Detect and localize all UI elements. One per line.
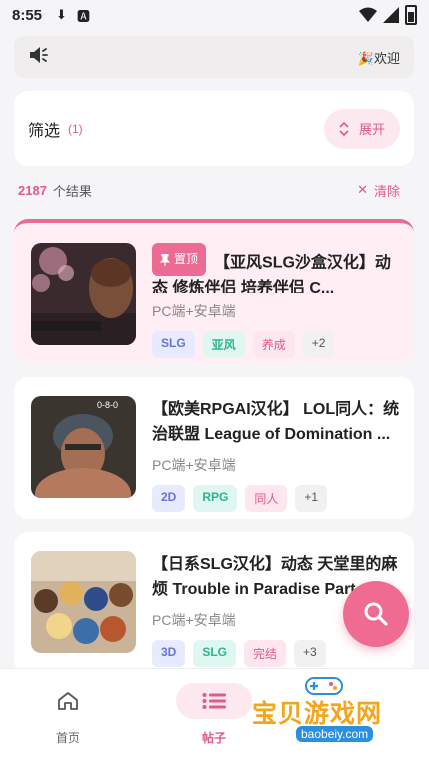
notification-app-icon: 🅰 xyxy=(76,8,90,24)
post-content: 置顶 【亚风SLG沙盒汉化】动态 修炼伴侣 培养伴侣 C... PC端+安卓端 … xyxy=(152,243,400,358)
tag[interactable]: SLG xyxy=(193,640,237,667)
post-platform: PC端+安卓端 xyxy=(152,303,236,319)
status-time: 8:55 xyxy=(12,6,43,24)
results-row: 2187 个结果 ✕ 清除 xyxy=(18,180,400,200)
notice-text: 🎉欢迎 xyxy=(357,50,400,66)
nav-icon-wrap xyxy=(30,683,106,719)
post-title: 置顶 【亚风SLG沙盒汉化】动态 修炼伴侣 培养伴侣 C... xyxy=(152,243,400,293)
list-icon xyxy=(202,693,226,709)
search-icon xyxy=(364,602,388,626)
filter-label: 筛选 xyxy=(28,122,61,140)
post-card[interactable]: 0-8-0 【欧美RPGAI汉化】 LOL同人：统治联盟 League of D… xyxy=(14,377,414,519)
watermark-title: 宝贝游戏网 xyxy=(252,699,383,728)
tag[interactable]: 完结 xyxy=(244,640,287,667)
filter-count: (1) xyxy=(68,121,83,136)
pinned-badge: 置顶 xyxy=(152,243,207,276)
battery-icon xyxy=(405,5,417,25)
wifi-icon xyxy=(359,7,377,22)
post-thumbnail xyxy=(31,243,136,345)
more-tags[interactable]: +2 xyxy=(302,331,335,358)
expand-filter-label: 展开 xyxy=(358,122,385,137)
tag[interactable]: 亚风 xyxy=(202,331,245,358)
expand-filter-button[interactable]: 展开 xyxy=(324,108,400,149)
notice-bar[interactable]: 🎉欢迎 xyxy=(14,36,414,78)
tag[interactable]: RPG xyxy=(193,485,238,512)
site-watermark-logo: 宝贝游戏网 baobeiy.com xyxy=(252,672,397,752)
search-fab-button[interactable] xyxy=(343,581,409,647)
status-bar: 8:55 ⬇ 🅰 xyxy=(0,0,429,30)
clear-filter-button[interactable]: ✕ 清除 xyxy=(357,181,400,200)
post-platform: PC端+安卓端 xyxy=(152,457,236,473)
post-content: 【欧美RPGAI汉化】 LOL同人：统治联盟 League of Dominat… xyxy=(152,397,400,512)
download-icon: ⬇ xyxy=(56,7,67,22)
signal-icon xyxy=(383,7,399,23)
nav-item-posts[interactable]: 帖子 xyxy=(169,669,259,762)
status-right xyxy=(359,5,417,25)
announcement-icon xyxy=(28,46,48,69)
more-tags[interactable]: +3 xyxy=(294,640,326,667)
results-count: 2187 xyxy=(18,182,47,198)
nav-label: 帖子 xyxy=(201,731,226,745)
post-thumbnail: 0-8-0 xyxy=(31,396,136,498)
nav-icon-wrap xyxy=(176,683,252,719)
tag[interactable]: 同人 xyxy=(245,485,288,512)
home-icon xyxy=(58,692,78,710)
post-tags: 2D RPG 同人 +1 xyxy=(152,485,400,512)
results-unit: 个结果 xyxy=(52,183,92,199)
tag[interactable]: 3D xyxy=(152,640,186,667)
post-title: 【欧美RPGAI汉化】 LOL同人：统治联盟 League of Dominat… xyxy=(152,401,400,443)
post-thumbnail xyxy=(31,551,136,653)
more-tags[interactable]: +1 xyxy=(295,485,328,512)
expand-chevrons-icon xyxy=(339,121,349,136)
pinned-label: 置顶 xyxy=(174,252,199,266)
post-tags: SLG 亚风 养成 +2 xyxy=(152,331,400,358)
watermark-url: baobeiy.com xyxy=(296,726,374,742)
close-icon: ✕ xyxy=(357,182,368,197)
nav-label: 首页 xyxy=(55,731,80,745)
post-card[interactable]: 置顶 【亚风SLG沙盒汉化】动态 修炼伴侣 培养伴侣 C... PC端+安卓端 … xyxy=(14,219,414,363)
nav-item-home[interactable]: 首页 xyxy=(23,669,113,762)
tag[interactable]: SLG xyxy=(152,331,195,358)
filter-card: 筛选 (1) 展开 xyxy=(14,91,414,166)
pin-icon xyxy=(160,253,170,266)
clear-label: 清除 xyxy=(373,183,400,199)
thumbnail-overlay-text: 0-8-0 xyxy=(97,400,118,410)
tag[interactable]: 养成 xyxy=(252,331,295,358)
tag[interactable]: 2D xyxy=(152,485,186,512)
